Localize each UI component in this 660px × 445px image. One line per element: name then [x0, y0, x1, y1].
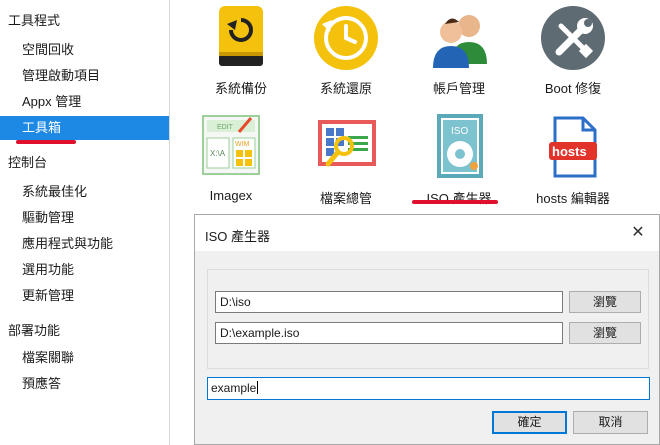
tool-imagex[interactable]: EDIT X:\A WIM Imagex: [176, 112, 286, 203]
tool-label: ISO 產生器: [426, 191, 492, 206]
cancel-button[interactable]: 取消: [573, 411, 648, 434]
sidebar-item-toolbox[interactable]: 工具箱: [0, 116, 169, 140]
tool-hosts-editor[interactable]: hosts hosts 編輯器: [518, 112, 628, 207]
volume-name-value: example: [211, 381, 257, 395]
browse-source-button[interactable]: 瀏覽: [569, 291, 641, 313]
sidebar-item-updates[interactable]: 更新管理: [0, 284, 169, 308]
users-icon: [423, 2, 495, 74]
tool-file-explorer[interactable]: 檔案總管: [291, 112, 401, 207]
close-icon[interactable]: ✕: [625, 221, 651, 245]
tool-iso-maker[interactable]: ISO ISO 產生器: [404, 112, 514, 207]
sidebar-section-tools: 工具程式: [8, 13, 61, 28]
sidebar-item-appx[interactable]: Appx 管理: [0, 90, 169, 114]
sidebar-item-file-assoc[interactable]: 檔案關聯: [0, 346, 169, 370]
sidebar: 工具程式 空間回收 管理啟動項目 Appx 管理 工具箱 控制台 系統最佳化 驅…: [0, 0, 170, 445]
tool-label: 系統備份: [214, 81, 267, 96]
imagex-wim-text: WIM: [235, 141, 250, 148]
sidebar-item-startup[interactable]: 管理啟動項目: [0, 64, 169, 88]
ok-button[interactable]: 確定: [492, 411, 567, 434]
sidebar-item-optional-features[interactable]: 選用功能: [0, 258, 169, 282]
sidebar-item-space-reclaim[interactable]: 空間回收: [0, 38, 169, 62]
dialog-title-bar[interactable]: ISO 產生器 ✕: [195, 215, 659, 251]
red-underline-annotation: [412, 200, 498, 204]
dialog-title: ISO 產生器: [205, 229, 271, 244]
text-caret: [257, 381, 259, 394]
imagex-edit-text: EDIT: [217, 124, 234, 131]
browse-output-button[interactable]: 瀏覽: [569, 322, 641, 344]
path-group: [207, 269, 649, 369]
imagex-icon: EDIT X:\A WIM: [195, 112, 267, 184]
restore-clock-icon: [310, 2, 382, 74]
tool-system-restore[interactable]: 系統還原: [291, 2, 401, 97]
tool-label: 系統還原: [319, 81, 372, 96]
tool-boot-repair[interactable]: Boot 修復: [518, 2, 628, 97]
tool-label: Boot 修復: [544, 81, 602, 96]
output-path-input[interactable]: D:\example.iso: [215, 322, 563, 344]
sidebar-item-optimize[interactable]: 系統最佳化: [0, 180, 169, 204]
hosts-file-icon: hosts: [537, 112, 609, 184]
tool-label: hosts 編輯器: [536, 191, 610, 206]
iso-maker-dialog: ISO 產生器 ✕ D:\iso 瀏覽 D:\example.iso 瀏覽 ex…: [194, 214, 660, 445]
wrench-screwdriver-icon: [537, 2, 609, 74]
tool-label: 帳戶管理: [432, 81, 485, 96]
volume-name-input[interactable]: example: [207, 377, 650, 400]
source-path-input[interactable]: D:\iso: [215, 291, 563, 313]
red-underline-annotation: [16, 140, 76, 144]
iso-disc-icon: ISO: [423, 112, 495, 184]
sidebar-item-apps-features[interactable]: 應用程式與功能: [0, 232, 169, 256]
imagex-path-text: X:\A: [210, 149, 226, 158]
tool-label: Imagex: [209, 188, 253, 203]
hosts-icon-text: hosts: [552, 144, 587, 159]
sidebar-item-drivers[interactable]: 驅動管理: [0, 206, 169, 230]
tool-account-manager[interactable]: 帳戶管理: [404, 2, 514, 97]
sidebar-section-control-panel: 控制台: [8, 155, 48, 170]
iso-icon-text: ISO: [451, 126, 468, 137]
sidebar-item-unattend[interactable]: 預應答: [0, 372, 169, 396]
tool-label: 檔案總管: [319, 191, 372, 206]
file-explorer-icon: [310, 112, 382, 184]
tool-system-backup[interactable]: 系統備份: [186, 2, 296, 97]
sidebar-section-deploy: 部署功能: [8, 323, 61, 338]
backup-drive-icon: [205, 2, 277, 74]
